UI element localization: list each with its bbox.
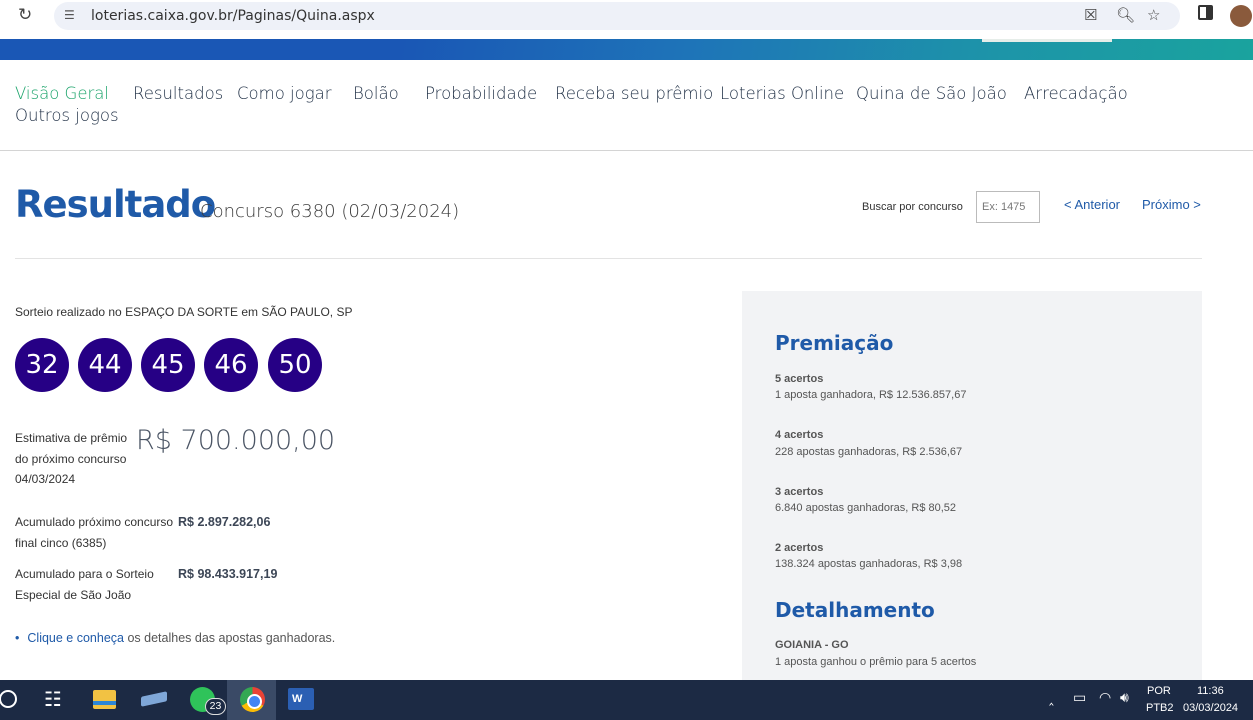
estimate-label: Estimativa de prêmio do próximo concurso… [15,428,135,490]
chrome-icon[interactable] [240,687,265,712]
file-explorer-icon[interactable] [93,690,116,709]
reader-mode-off-icon[interactable]: ☒ [1084,6,1097,24]
prize-panel: Premiação 5 acertos 1 aposta ganhadora, … [742,291,1202,681]
prize-tier-desc: 228 apostas ganhadoras, R$ 2.536,67 [775,446,963,458]
premiacao-title: Premiação [775,331,894,355]
nav-item-probabilidade[interactable]: Probabilidade [425,84,537,103]
bookmark-star-icon[interactable]: ☆ [1147,6,1160,24]
banner-logo-strip [982,39,1112,42]
scanner-app-icon[interactable] [141,691,167,707]
header-divider [15,258,1202,259]
next-link[interactable]: Próximo > [1142,197,1201,212]
task-view-icon[interactable]: ☷ [44,687,62,711]
accumulated-next-label-line2: final cinco (6385) [15,536,107,550]
estimate-label-line2: do próximo concurso [15,451,127,466]
detail-desc: 1 aposta ganhou o prêmio para 5 acertos [775,656,977,668]
chevron-up-icon[interactable]: ‸ [1049,690,1054,706]
profile-avatar[interactable] [1230,5,1252,27]
nav-item-outros-jogos[interactable]: Outros jogos [15,106,119,125]
site-banner [0,39,1253,60]
volume-icon[interactable]: 🔊︎ [1120,690,1129,706]
details-text: os detalhes das apostas ganhadoras. [124,631,336,645]
zoom-icon[interactable]: 🔍︎ [1116,6,1135,24]
nav-item-visao-geral[interactable]: Visão Geral [15,84,109,103]
nav-item-como-jogar[interactable]: Como jogar [237,84,332,103]
nav-item-resultados[interactable]: Resultados [133,84,223,103]
prize-tier-hits: 2 acertos [775,542,824,554]
nav-item-loterias-online[interactable]: Loterias Online [720,84,844,103]
search-icon[interactable] [0,690,17,708]
prize-tier-hits: 5 acertos [775,373,824,385]
number-ball: 50 [268,338,322,392]
prize-tier-desc: 138.324 apostas ganhadoras, R$ 3,98 [775,558,963,570]
address-bar[interactable]: ☰ loterias.caixa.gov.br/Paginas/Quina.as… [54,2,1180,30]
page-title: Resultado [15,183,216,226]
number-ball: 32 [15,338,69,392]
accumulated-sao-joao-label: Acumulado para o Sorteio Especial de São… [15,564,175,606]
estimate-value: R$ 700.000,00 [136,425,336,456]
nav-item-bolao[interactable]: Bolão [353,84,399,103]
details-link[interactable]: Clique e conheça [27,631,124,645]
accumulated-sao-joao-label-line2: Especial de São João [15,588,132,602]
language-indicator[interactable]: POR [1147,685,1171,697]
prize-tier-hits: 4 acertos [775,429,824,441]
concurso-info: Concurso 6380 (02/03/2024) [200,201,460,222]
nav-divider [0,150,1253,151]
estimate-label-line1: Estimativa de prêmio [15,431,128,445]
prize-tier-desc: 6.840 apostas ganhadoras, R$ 80,52 [775,502,957,514]
detail-city: GOIANIA - GO [775,639,849,651]
nav-item-receba-premio[interactable]: Receba seu prêmio [555,84,713,103]
keyboard-indicator[interactable]: PTB2 [1146,702,1174,714]
number-ball: 44 [78,338,132,392]
side-panel-icon[interactable] [1198,5,1213,20]
url-text[interactable]: loterias.caixa.gov.br/Paginas/Quina.aspx [91,8,375,24]
clock-time[interactable]: 11:36 [1197,685,1224,697]
estimate-date: 04/03/2024 [15,472,76,486]
bullet-dot-icon: • [15,631,20,645]
browser-toolbar: ↻ ☰ loterias.caixa.gov.br/Paginas/Quina.… [0,0,1253,32]
search-label: Buscar por concurso [862,201,963,213]
accumulated-next-label-line1: Acumulado próximo concurso [15,515,174,529]
draw-location: Sorteio realizado no ESPAÇO DA SORTE em … [15,305,353,319]
battery-icon[interactable]: ▭ [1073,690,1086,706]
accumulated-sao-joao-value: R$ 98.433.917,19 [178,567,278,581]
nav-item-quina-sao-joao[interactable]: Quina de São João [856,84,1007,103]
accumulated-sao-joao-label-line1: Acumulado para o Sorteio [15,567,154,581]
clock-date[interactable]: 03/03/2024 [1183,702,1238,714]
nav-item-arrecadacao[interactable]: Arrecadação [1024,84,1128,103]
prize-tier-hits: 3 acertos [775,486,824,498]
prize-tier-desc: 1 aposta ganhadora, R$ 12.536.857,67 [775,389,967,401]
accumulated-next-label: Acumulado próximo concurso final cinco (… [15,512,175,554]
concurso-search-input[interactable] [976,191,1040,223]
site-settings-icon[interactable]: ☰ [64,8,75,22]
whatsapp-badge: 23 [205,698,226,715]
wifi-icon[interactable]: ◠ [1099,690,1111,706]
taskbar: ☷ 23 W ‸ ▭ ◠ 🔊︎ POR PTB2 11:36 03/03/202… [0,680,1253,720]
previous-link[interactable]: < Anterior [1064,197,1120,212]
detalhamento-title: Detalhamento [775,598,935,622]
accumulated-next-value: R$ 2.897.282,06 [178,515,271,529]
word-icon[interactable]: W [288,688,314,710]
number-ball: 46 [204,338,258,392]
reload-icon[interactable]: ↻ [18,5,32,25]
details-bullet: • Clique e conheça os detalhes das aposta… [15,631,335,645]
number-ball: 45 [141,338,195,392]
